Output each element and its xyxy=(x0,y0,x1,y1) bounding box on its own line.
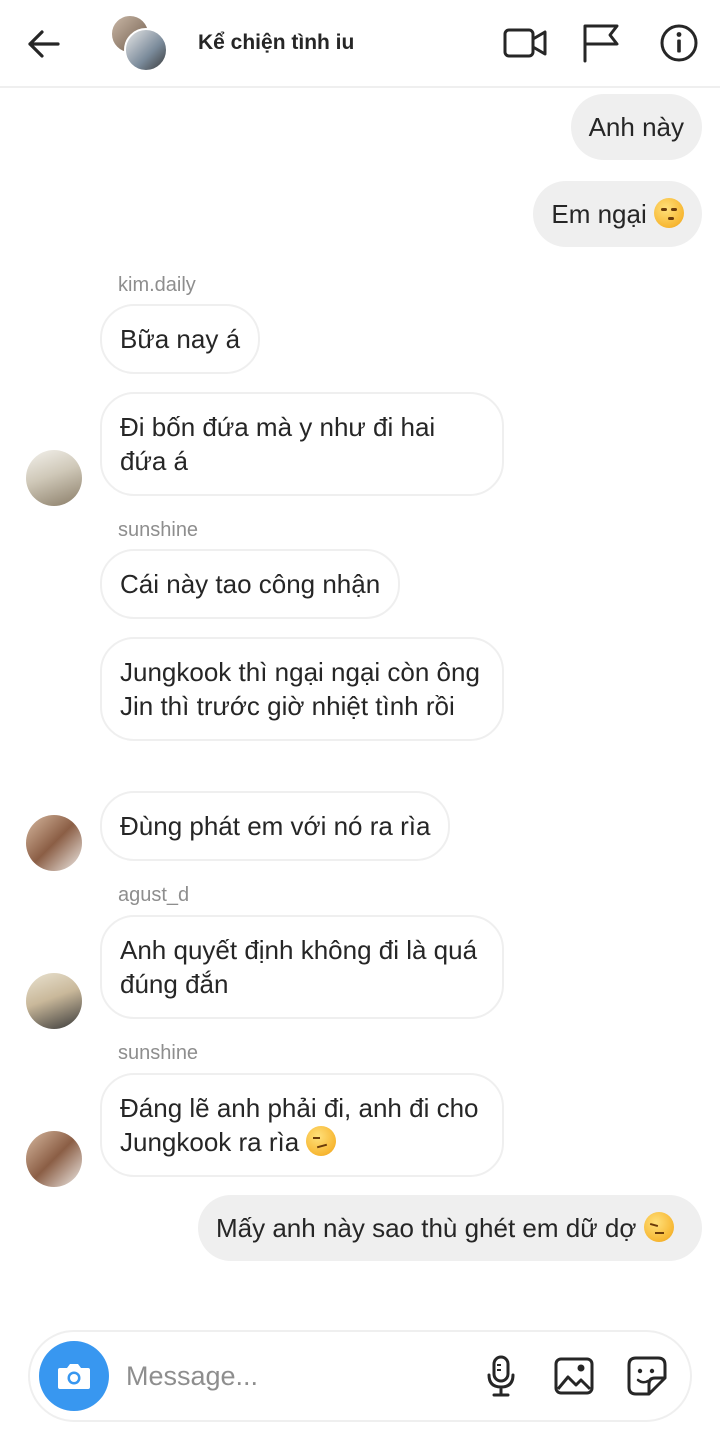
sender-avatar[interactable] xyxy=(26,1131,82,1187)
sender-avatar[interactable] xyxy=(26,973,82,1029)
info-icon[interactable] xyxy=(656,22,702,64)
group-avatar[interactable] xyxy=(110,14,168,72)
microphone-icon[interactable] xyxy=(479,1354,523,1398)
message-text: Em ngại xyxy=(551,199,647,229)
message-thread[interactable]: Anh này Em ngại kim.daily Bữa nay á Đi b… xyxy=(0,90,720,1320)
chat-title[interactable]: Kể chiện tình iu xyxy=(198,31,354,55)
smirk-emoji xyxy=(306,1126,337,1156)
kissing-face-emoji xyxy=(654,198,684,228)
flag-icon[interactable] xyxy=(578,22,624,64)
sender-name: agust_d xyxy=(118,884,190,906)
outgoing-message[interactable]: Mấy anh này sao thù ghét em dữ dợ xyxy=(198,1195,702,1261)
message-text: Anh quyết định không đi là quá đúng đắn xyxy=(120,935,478,999)
sender-avatar[interactable] xyxy=(26,450,82,506)
message-text: Jungkook thì ngại ngại còn ông Jin thì t… xyxy=(120,657,480,721)
message-input[interactable] xyxy=(126,1354,456,1398)
message-composer xyxy=(28,1330,692,1422)
incoming-message[interactable]: Jungkook thì ngại ngại còn ông Jin thì t… xyxy=(100,637,504,741)
incoming-message[interactable]: Anh quyết định không đi là quá đúng đắn xyxy=(100,915,504,1019)
sender-name: sunshine xyxy=(118,519,199,541)
incoming-message[interactable]: Đi bốn đứa mà y như đi hai đứa á xyxy=(100,392,504,496)
chat-header: Kể chiện tình iu xyxy=(0,0,720,88)
incoming-message[interactable]: Đùng phát em với nó ra rìa xyxy=(100,791,451,861)
message-text: Đùng phát em với nó ra rìa xyxy=(120,811,431,841)
sender-name: sunshine xyxy=(118,1042,199,1064)
member-avatar xyxy=(124,28,168,72)
video-call-icon[interactable] xyxy=(502,22,548,64)
outgoing-message[interactable]: Em ngại xyxy=(533,181,702,247)
pensive-emoji xyxy=(643,1212,674,1242)
message-text: Đi bốn đứa mà y như đi hai đứa á xyxy=(120,412,436,476)
incoming-message[interactable]: Bữa nay á xyxy=(100,304,261,374)
incoming-message[interactable]: Đáng lẽ anh phải đi, anh đi cho Jungkook… xyxy=(100,1073,504,1177)
back-arrow-icon[interactable] xyxy=(26,26,62,62)
message-text: Cái này tao công nhận xyxy=(120,569,381,599)
camera-icon[interactable] xyxy=(39,1341,109,1411)
message-text: Anh này xyxy=(588,112,684,142)
outgoing-message[interactable]: Anh này xyxy=(570,94,702,160)
gallery-icon[interactable] xyxy=(552,1354,596,1398)
message-text: Mấy anh này sao thù ghét em dữ dợ xyxy=(216,1213,637,1243)
incoming-message[interactable]: Cái này tao công nhận xyxy=(100,549,401,619)
sticker-icon[interactable] xyxy=(625,1354,669,1398)
sender-name: kim.daily xyxy=(118,274,196,296)
message-text: Bữa nay á xyxy=(120,324,241,354)
sender-avatar[interactable] xyxy=(26,815,82,871)
message-text: Đáng lẽ anh phải đi, anh đi cho Jungkook… xyxy=(120,1093,479,1157)
